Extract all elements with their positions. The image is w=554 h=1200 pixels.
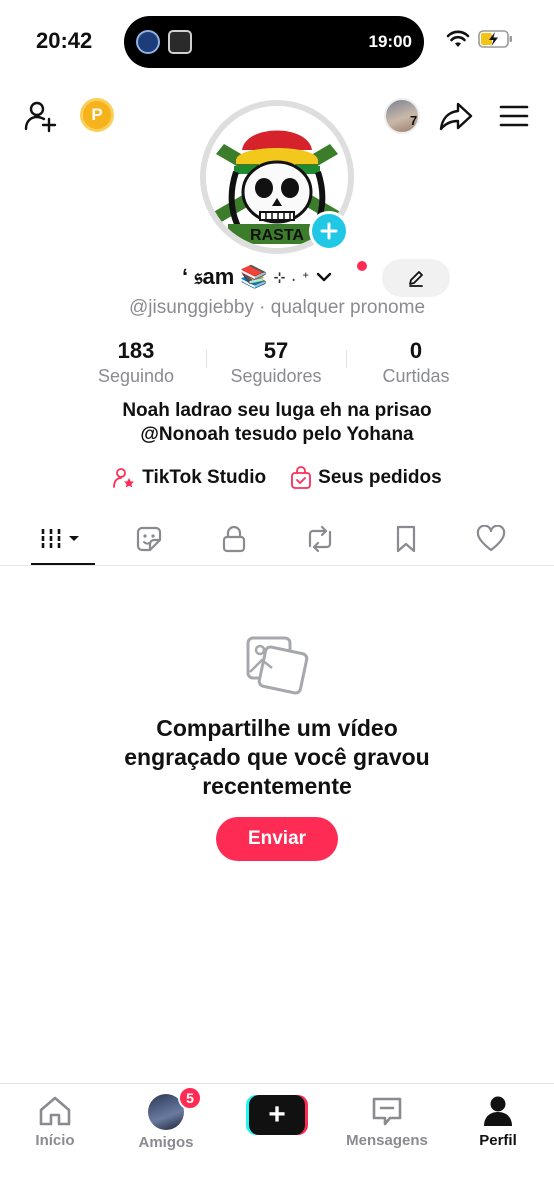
menu-button[interactable] [494,96,534,136]
bio-line-2[interactable]: @Nonoah tesudo pelo Yohana [0,423,554,447]
tiktok-studio-label: TikTok Studio [142,467,267,488]
nav-profile[interactable]: Perfil [443,1094,553,1149]
nav-messages[interactable]: Mensagens [332,1094,442,1149]
plus-icon [320,222,338,240]
upload-button[interactable]: Enviar [216,817,338,861]
inbox-message-icon [372,1097,402,1126]
videos-grid-icon [41,529,79,549]
stat-followers-value: 57 [263,338,289,363]
orders-label: Seus pedidos [318,467,442,488]
profile-name-row[interactable]: ʻ 𝔰am 📚 ⊹ ˖ ⁺ [182,264,332,290]
name-decoration: ⊹ ˖ ⁺ [273,268,311,285]
share-profile-button[interactable] [436,96,476,136]
team-badge-icon [168,30,192,54]
tabs-divider [0,565,554,566]
notification-dot [357,261,367,271]
nav-home-label: Início [35,1132,75,1149]
stat-likes[interactable]: 0 Curtidas [346,338,486,388]
add-friend-button[interactable] [20,96,60,136]
tab-liked[interactable] [448,512,534,566]
stat-followers[interactable]: 57 Seguidores [206,338,346,388]
coins-icon[interactable]: P [80,98,114,132]
nav-profile-label: Perfil [479,1132,517,1149]
stat-likes-label: Curtidas [382,366,450,386]
island-time: 19:00 [368,32,412,51]
profile-stats: 183 Seguindo 57 Seguidores 0 Curtidas [66,338,486,388]
share-icon [439,102,473,131]
tab-reposts[interactable] [277,512,363,566]
repost-icon [308,525,331,553]
stat-followers-label: Seguidores [230,366,322,386]
pencil-icon [409,271,423,287]
add-story-button[interactable] [309,211,349,251]
home-icon [39,1096,71,1126]
sticker-face-icon [136,526,161,552]
empty-state-line-3: recentemente [202,773,352,799]
dynamic-island[interactable]: 19:00 [124,16,424,68]
nav-messages-label: Mensagens [346,1132,428,1149]
profile-name: ʻ 𝔰am 📚 [182,264,268,289]
tab-private[interactable] [191,512,277,566]
create-plus-icon: + [249,1095,305,1135]
shopping-bag-icon [291,466,312,489]
profile-links: TikTok Studio Seus pedidos [0,466,554,490]
account-count-badge: 7 [410,113,418,128]
username-pronoun: @jisunggiebby · qualquer pronome [128,297,426,318]
battery-charging-icon [478,30,512,48]
orders-link[interactable]: Seus pedidos [290,466,442,490]
nav-friends-label: Amigos [138,1134,194,1151]
profile-person-icon [484,1096,512,1126]
stat-following[interactable]: 183 Seguindo [66,338,206,388]
club-crest-icon [136,30,160,54]
edit-profile-button[interactable] [382,259,450,297]
tab-favorites[interactable] [363,512,449,566]
empty-state-line-1: Compartilhe um vídeo [156,715,398,741]
nav-friends[interactable]: Amigos [111,1094,221,1151]
svg-text:RASTA: RASTA [250,227,304,244]
menu-icon [499,105,529,127]
status-bar: 20:42 19:00 [0,0,554,84]
bookmark-icon [396,525,415,553]
creator-star-icon [113,468,135,488]
chevron-down-icon [317,272,332,282]
profile-bio: Noah ladrao seu luga eh na prisao @Nonoa… [0,399,554,447]
empty-state-message: Compartilhe um vídeo engraçado que você … [0,714,554,801]
friends-notification-badge: 5 [178,1086,202,1110]
status-icons [446,30,514,48]
stat-following-label: Seguindo [97,366,175,386]
add-friend-icon [24,101,57,133]
status-time: 20:42 [36,28,93,53]
stat-following-value: 183 [117,338,155,363]
heart-icon [477,525,506,552]
nav-home[interactable]: Início [0,1094,110,1149]
content-tabs [20,512,534,566]
tiktok-studio-link[interactable]: TikTok Studio [112,466,266,490]
create-video-button[interactable]: + [246,1095,308,1135]
bio-line-1: Noah ladrao seu luga eh na prisao [122,400,432,421]
stat-likes-value: 0 [409,338,423,363]
photos-placeholder-icon [244,632,310,703]
empty-state-line-2: engraçado que você gravou [124,744,430,770]
tab-videos[interactable] [20,512,106,566]
lock-icon [223,525,246,553]
wifi-icon [446,30,470,47]
tab-stickers[interactable] [106,512,192,566]
